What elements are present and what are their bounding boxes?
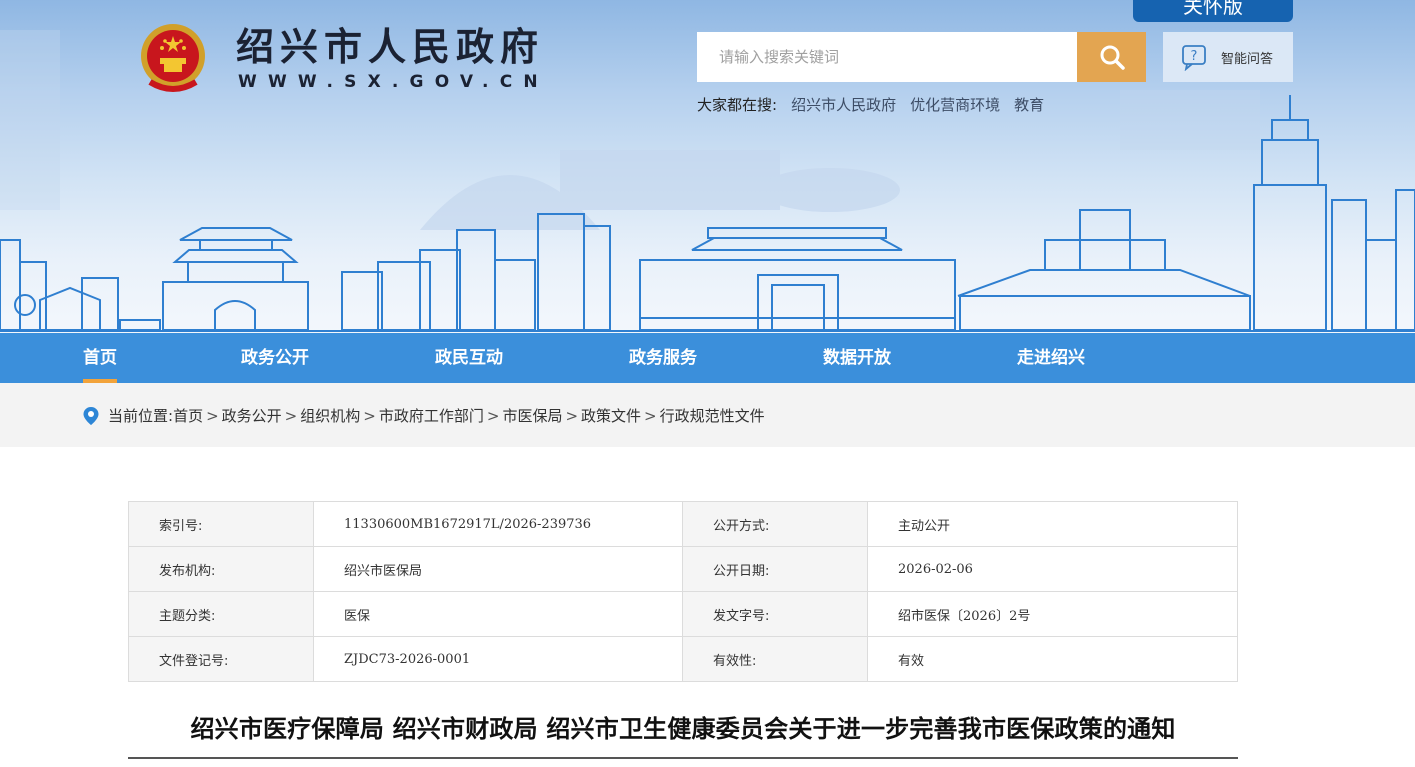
nav-item-about-shaoxing[interactable]: 走进绍兴 bbox=[1017, 333, 1085, 383]
hot-searches-label: 大家都在搜: bbox=[697, 96, 778, 114]
breadcrumb-item[interactable]: 市医保局 bbox=[502, 405, 562, 426]
table-row: 发布机构: 绍兴市医保局 公开日期: 2026-02-06 bbox=[128, 546, 1238, 592]
hot-keyword[interactable]: 教育 bbox=[1014, 94, 1044, 115]
care-mode-button[interactable]: 关怀版 bbox=[1133, 0, 1293, 22]
info-key: 索引号: bbox=[128, 501, 314, 547]
ai-qa-label: 智能问答 bbox=[1221, 51, 1274, 67]
info-key: 文件登记号: bbox=[128, 636, 314, 682]
info-value: 11330600MB1672917L/2026-239736 bbox=[313, 501, 683, 547]
national-emblem-icon bbox=[141, 24, 205, 92]
info-value: 绍兴市医保局 bbox=[313, 546, 683, 592]
breadcrumb-item[interactable]: 市政府工作部门 bbox=[379, 405, 484, 426]
nav-item-services[interactable]: 政务服务 bbox=[629, 333, 697, 383]
info-key: 发布机构: bbox=[128, 546, 314, 592]
info-value: ZJDC73-2026-0001 bbox=[313, 636, 683, 682]
breadcrumb-item[interactable]: 行政规范性文件 bbox=[660, 405, 765, 426]
breadcrumb-item[interactable]: 首页 bbox=[173, 405, 203, 426]
table-row: 索引号: 11330600MB1672917L/2026-239736 公开方式… bbox=[128, 501, 1238, 547]
breadcrumb-separator: > bbox=[644, 406, 657, 425]
breadcrumb-bar: 当前位置: 首页 > 政务公开 > 组织机构 > 市政府工作部门 > 市医保局 … bbox=[0, 383, 1415, 447]
info-value: 绍市医保〔2026〕2号 bbox=[867, 591, 1238, 637]
info-key: 公开方式: bbox=[682, 501, 868, 547]
breadcrumb-item[interactable]: 组织机构 bbox=[300, 405, 360, 426]
hot-keyword[interactable]: 优化营商环境 bbox=[910, 94, 1000, 115]
svg-text:?: ? bbox=[1191, 49, 1198, 64]
info-key: 主题分类: bbox=[128, 591, 314, 637]
search-button[interactable] bbox=[1077, 32, 1146, 82]
breadcrumb-separator: > bbox=[284, 406, 298, 425]
nav-item-interaction[interactable]: 政民互动 bbox=[435, 333, 503, 383]
ai-chat-icon: ? bbox=[1182, 45, 1206, 71]
info-key: 公开日期: bbox=[682, 546, 868, 592]
search-icon bbox=[1100, 45, 1125, 70]
info-value: 主动公开 bbox=[867, 501, 1238, 547]
breadcrumb-separator: > bbox=[486, 406, 500, 425]
breadcrumb-item[interactable]: 政策文件 bbox=[581, 405, 641, 426]
breadcrumb-label: 当前位置: bbox=[108, 407, 174, 425]
info-value: 医保 bbox=[313, 591, 683, 637]
table-row: 文件登记号: ZJDC73-2026-0001 有效性: 有效 bbox=[128, 636, 1238, 682]
search-input[interactable] bbox=[697, 32, 1078, 82]
table-row: 主题分类: 医保 发文字号: 绍市医保〔2026〕2号 bbox=[128, 591, 1238, 637]
breadcrumb: 当前位置: 首页 > 政务公开 > 组织机构 > 市政府工作部门 > 市医保局 … bbox=[82, 405, 765, 426]
info-value: 2026-02-06 bbox=[867, 546, 1238, 592]
hot-searches: 大家都在搜: 绍兴市人民政府 优化营商环境 教育 bbox=[697, 94, 1044, 115]
document-info-table: 索引号: 11330600MB1672917L/2026-239736 公开方式… bbox=[128, 501, 1238, 682]
info-value: 有效 bbox=[867, 636, 1238, 682]
main-nav: 首页 政务公开 政民互动 政务服务 数据开放 走进绍兴 bbox=[0, 333, 1415, 383]
breadcrumb-item[interactable]: 政务公开 bbox=[222, 405, 282, 426]
info-key: 发文字号: bbox=[682, 591, 868, 637]
breadcrumb-separator: > bbox=[206, 406, 219, 425]
title-divider bbox=[128, 757, 1238, 759]
ai-qa-button[interactable]: ? 智能问答 bbox=[1163, 32, 1293, 82]
breadcrumb-separator: > bbox=[565, 406, 579, 425]
nav-item-open-data[interactable]: 数据开放 bbox=[823, 333, 891, 383]
info-key: 有效性: bbox=[682, 636, 868, 682]
header-banner: 绍兴市人民政府 WWW.SX.GOV.CN 关怀版 ? 智能问答 大家都在搜: … bbox=[0, 0, 1415, 333]
location-pin-icon bbox=[83, 406, 99, 425]
hot-keyword[interactable]: 绍兴市人民政府 bbox=[791, 94, 896, 115]
site-url: WWW.SX.GOV.CN bbox=[238, 72, 549, 92]
site-title: 绍兴市人民政府 bbox=[236, 24, 545, 69]
breadcrumb-separator: > bbox=[363, 406, 376, 425]
nav-item-home[interactable]: 首页 bbox=[83, 333, 117, 383]
nav-item-gov-affairs-open[interactable]: 政务公开 bbox=[241, 333, 309, 383]
document-title: 绍兴市医疗保障局 绍兴市财政局 绍兴市卫生健康委员会关于进一步完善我市医保政策的… bbox=[190, 715, 1176, 743]
